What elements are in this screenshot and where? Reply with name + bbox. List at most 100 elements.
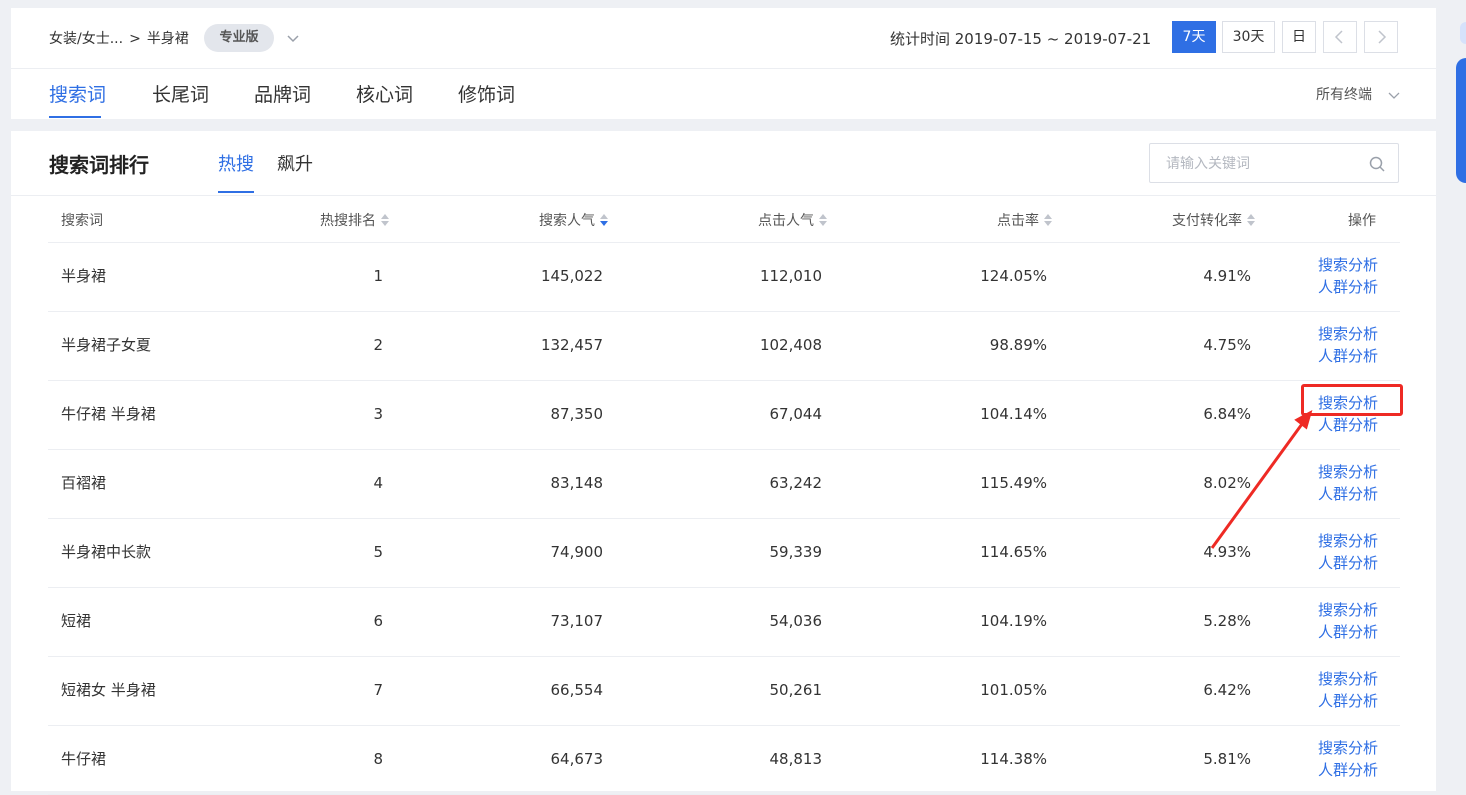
cell-keyword: 半身裙子女夏 (61, 336, 152, 354)
cell-search-pop: 73,107 (550, 612, 604, 630)
next-period-button[interactable] (1364, 21, 1398, 53)
cell-ctr: 98.89% (989, 336, 1047, 354)
header-row-divider (48, 242, 1400, 243)
cell-pay-rate: 5.81% (1203, 750, 1251, 768)
crowd-analysis-link[interactable]: 人群分析 (1318, 415, 1378, 435)
row-divider (48, 311, 1400, 312)
active-subtab-indicator (218, 191, 254, 193)
tab-search-words[interactable]: 搜索词 (49, 81, 106, 109)
cell-click-pop: 67,044 (769, 405, 823, 423)
breadcrumb-subcategory[interactable]: 半身裙 (147, 31, 189, 47)
search-analysis-link[interactable]: 搜索分析 (1318, 669, 1378, 689)
crowd-analysis-link[interactable]: 人群分析 (1318, 760, 1378, 780)
side-widget-tab[interactable] (1456, 58, 1466, 183)
col-header-action-label: 操作 (1348, 213, 1376, 229)
terminal-select[interactable]: 所有终端 (1316, 84, 1372, 106)
col-header-keyword-label: 搜索词 (61, 213, 103, 229)
search-analysis-link[interactable]: 搜索分析 (1318, 600, 1378, 620)
search-analysis-link[interactable]: 搜索分析 (1318, 462, 1378, 482)
cell-rank: 6 (373, 612, 383, 630)
col-header-keyword: 搜索词 (61, 210, 103, 232)
cell-rank: 7 (373, 681, 383, 699)
sort-icon[interactable] (599, 213, 609, 227)
col-header-rank[interactable]: 热搜排名 (320, 210, 390, 232)
subtab-hot-search[interactable]: 热搜 (218, 152, 254, 178)
col-header-ctr[interactable]: 点击率 (997, 210, 1053, 232)
chevron-down-icon[interactable] (1387, 88, 1401, 102)
cell-pay-rate: 6.84% (1203, 405, 1251, 423)
col-header-ctr-label: 点击率 (997, 213, 1039, 229)
cell-keyword: 半身裙中长款 (61, 543, 152, 561)
breadcrumb-separator: > (129, 31, 141, 47)
col-header-search-pop[interactable]: 搜索人气 (539, 210, 609, 232)
crowd-analysis-link[interactable]: 人群分析 (1318, 484, 1378, 504)
prev-period-button[interactable] (1323, 21, 1357, 53)
crowd-analysis-link[interactable]: 人群分析 (1318, 691, 1378, 711)
cell-ctr: 104.14% (980, 405, 1047, 423)
chevron-down-icon[interactable] (285, 28, 301, 48)
search-analysis-link[interactable]: 搜索分析 (1318, 531, 1378, 551)
cell-click-pop: 54,036 (769, 612, 823, 630)
keyword-search-box[interactable] (1149, 143, 1399, 183)
row-divider (48, 587, 1400, 588)
cell-ctr: 124.05% (980, 267, 1047, 285)
edition-badge[interactable]: 专业版 (204, 24, 274, 52)
cell-rank: 4 (373, 474, 383, 492)
chevron-left-icon (1334, 30, 1343, 44)
col-header-rank-label: 热搜排名 (320, 213, 376, 229)
tab-core-words[interactable]: 核心词 (356, 81, 413, 109)
cell-search-pop: 132,457 (540, 336, 603, 354)
chevron-right-icon (1378, 30, 1387, 44)
col-header-search-pop-label: 搜索人气 (539, 213, 595, 229)
col-header-click-pop[interactable]: 点击人气 (758, 210, 828, 232)
section-title: 搜索词排行 (49, 153, 149, 177)
subtab-rising[interactable]: 飙升 (277, 152, 313, 178)
sort-icon[interactable] (380, 213, 390, 227)
cell-ctr: 104.19% (980, 612, 1047, 630)
sort-icon[interactable] (1043, 213, 1053, 227)
cell-keyword: 牛仔裙 (61, 750, 107, 768)
cell-rank: 1 (373, 267, 383, 285)
keyword-search-input[interactable] (1164, 153, 1358, 175)
period-day-button[interactable]: 日 (1282, 21, 1316, 53)
section-divider (11, 195, 1436, 196)
tab-long-tail-words[interactable]: 长尾词 (152, 81, 209, 109)
crowd-analysis-link[interactable]: 人群分析 (1318, 553, 1378, 573)
cell-pay-rate: 4.75% (1203, 336, 1251, 354)
sort-icon[interactable] (818, 213, 828, 227)
ranking-card: 搜索词排行 热搜 飙升 搜索词 热搜排名 搜索人气 点击人气 点击率 支付转化率… (11, 131, 1436, 795)
cell-click-pop: 63,242 (769, 474, 823, 492)
annotation-highlight-box (1301, 384, 1403, 416)
breadcrumb-category[interactable]: 女装/女士... (49, 31, 123, 47)
cell-search-pop: 64,673 (550, 750, 604, 768)
cell-keyword: 短裙女 半身裙 (61, 681, 156, 699)
row-divider (48, 656, 1400, 657)
cell-search-pop: 87,350 (550, 405, 604, 423)
period-7d-button[interactable]: 7天 (1172, 21, 1216, 53)
active-tab-indicator (49, 116, 101, 118)
cell-click-pop: 102,408 (759, 336, 822, 354)
breadcrumb: 女装/女士... > 半身裙 (49, 28, 189, 50)
cell-pay-rate: 5.28% (1203, 612, 1251, 630)
crowd-analysis-link[interactable]: 人群分析 (1318, 622, 1378, 642)
row-divider (48, 518, 1400, 519)
cell-click-pop: 48,813 (769, 750, 823, 768)
tab-modifier-words[interactable]: 修饰词 (458, 81, 515, 109)
cell-keyword: 百褶裙 (61, 474, 107, 492)
search-analysis-link[interactable]: 搜索分析 (1318, 255, 1378, 275)
crowd-analysis-link[interactable]: 人群分析 (1318, 277, 1378, 297)
cell-search-pop: 83,148 (550, 474, 604, 492)
crowd-analysis-link[interactable]: 人群分析 (1318, 346, 1378, 366)
search-analysis-link[interactable]: 搜索分析 (1318, 738, 1378, 758)
cell-pay-rate: 4.91% (1203, 267, 1251, 285)
cell-keyword: 半身裙 (61, 267, 107, 285)
side-widget-handle[interactable] (1460, 22, 1466, 44)
period-30d-button[interactable]: 30天 (1222, 21, 1275, 53)
row-divider (48, 449, 1400, 450)
search-icon[interactable] (1368, 155, 1386, 173)
search-analysis-link[interactable]: 搜索分析 (1318, 324, 1378, 344)
cell-search-pop: 74,900 (550, 543, 604, 561)
col-header-pay-rate[interactable]: 支付转化率 (1172, 210, 1256, 232)
tab-brand-words[interactable]: 品牌词 (254, 81, 311, 109)
sort-icon[interactable] (1246, 213, 1256, 227)
